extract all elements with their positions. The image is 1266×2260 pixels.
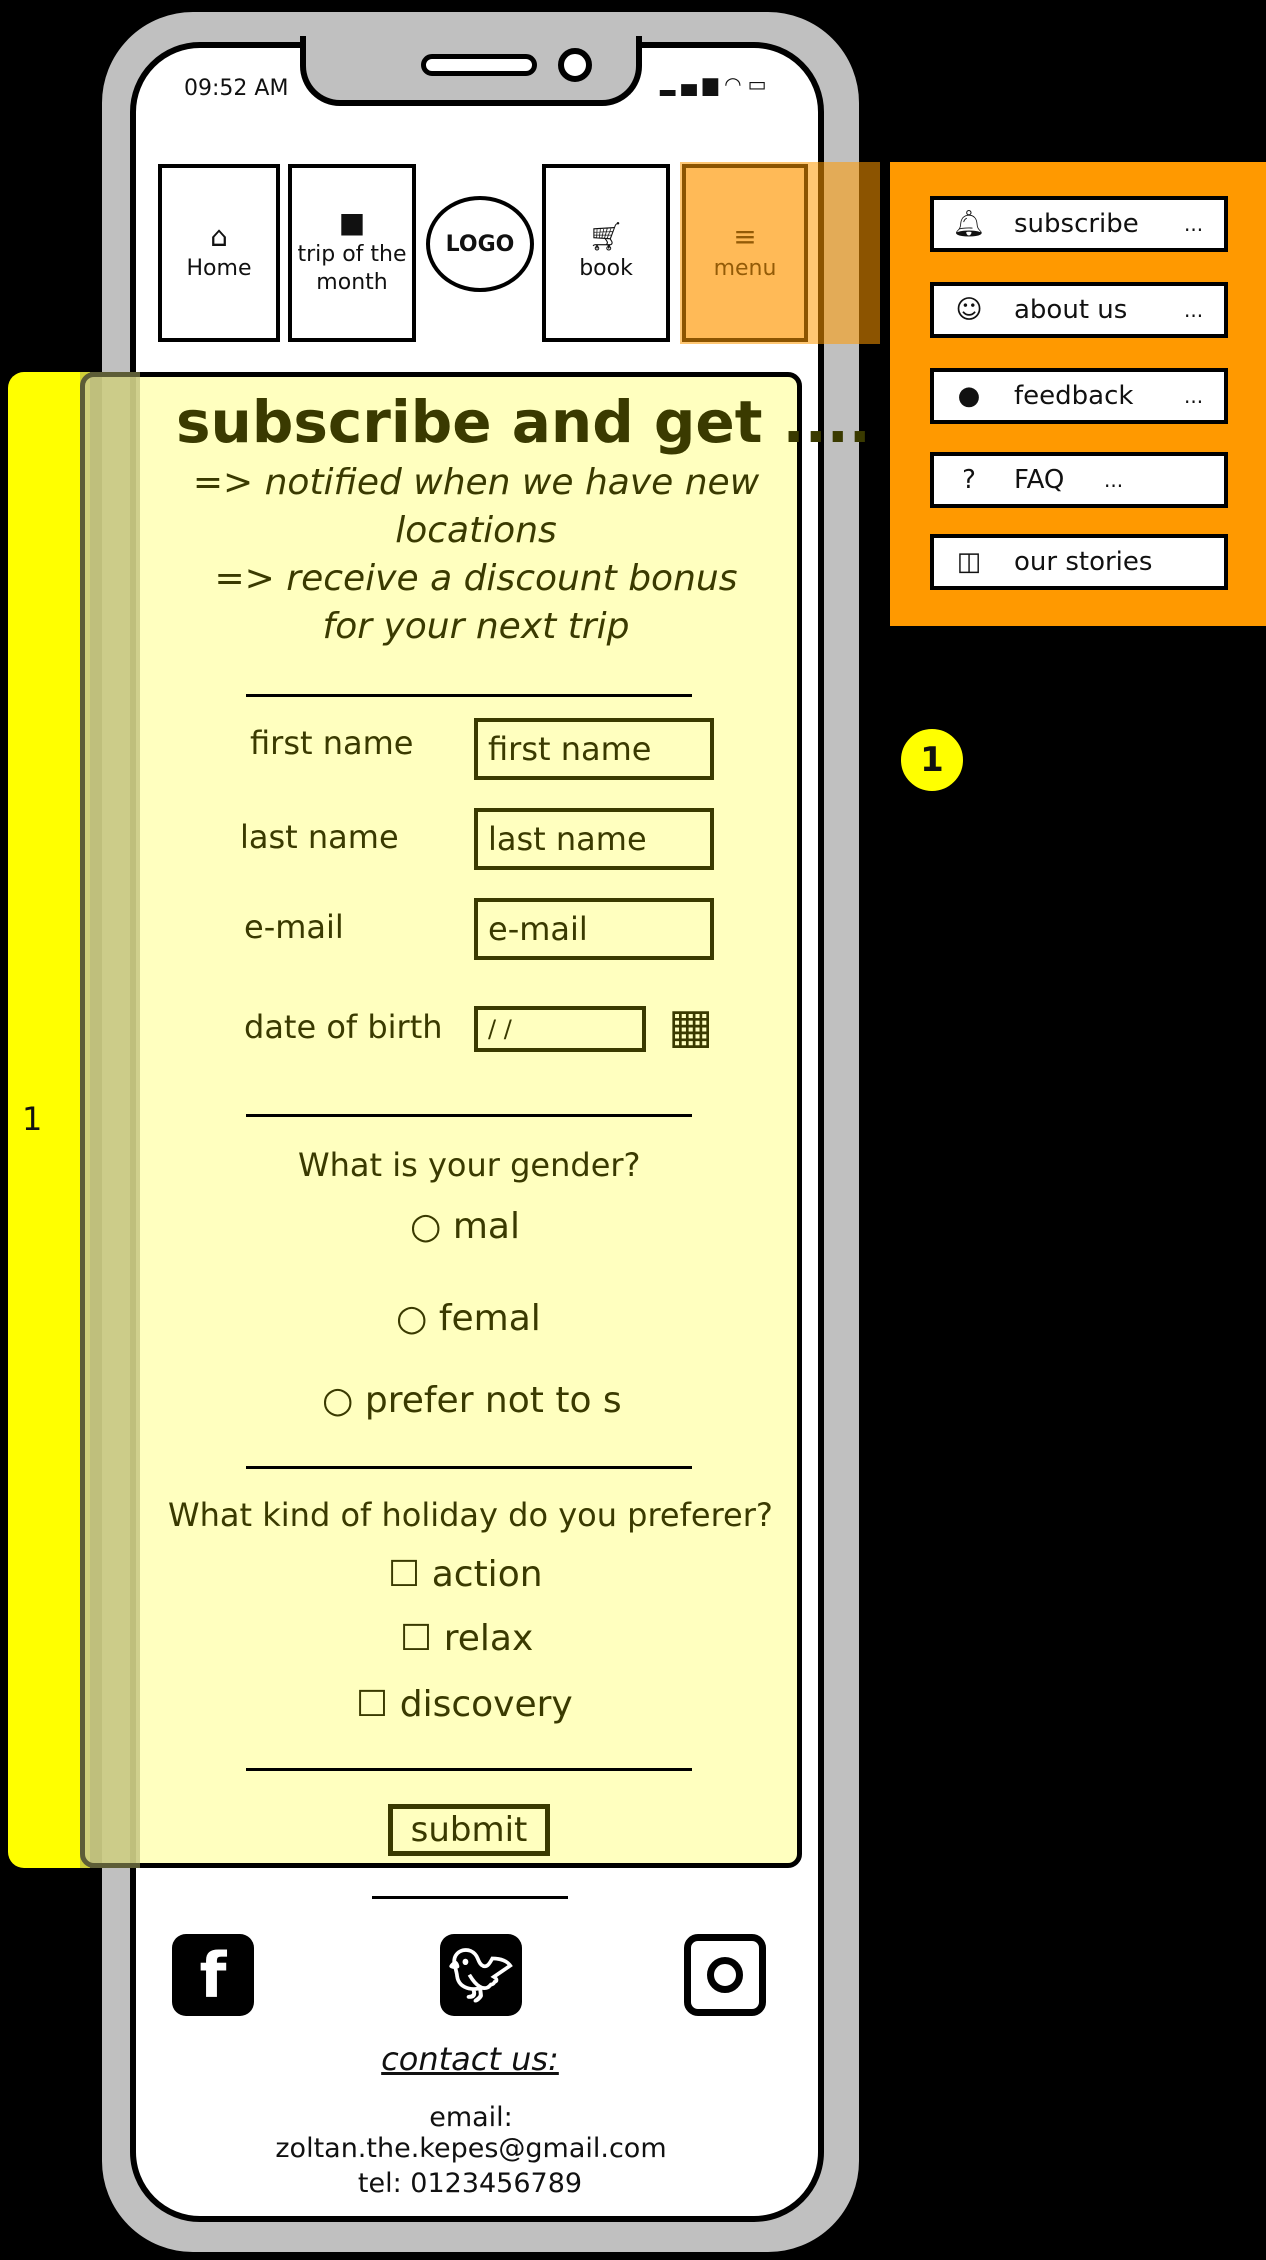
menu-highlight-band <box>680 162 880 344</box>
contact-email[interactable]: email: zoltan.the.kepes@gmail.com <box>236 2102 706 2164</box>
holiday-question: What kind of holiday do you preferer? <box>168 1496 773 1534</box>
contact-title: contact us: <box>381 2040 559 2078</box>
nav-home-label: Home <box>186 256 252 281</box>
smiley-icon: ☺ <box>955 295 983 325</box>
footer-divider <box>372 1896 568 1899</box>
contact-tel[interactable]: tel: 0123456789 <box>330 2168 610 2199</box>
menu-item-feedback[interactable]: ● feedback ... <box>930 368 1228 424</box>
form-title: subscribe and get .... <box>176 388 871 456</box>
divider <box>246 1466 692 1469</box>
stories-icon: ◫ <box>956 547 982 577</box>
question-icon: ? <box>962 465 976 495</box>
divider <box>246 1114 692 1117</box>
gender-question: What is your gender? <box>298 1146 641 1184</box>
annotation-strip-label: 1 <box>22 1100 43 1138</box>
gender-radio-prefer-not[interactable]: ○ prefer not to s <box>322 1380 622 1421</box>
wifi-icon: ◠ <box>724 72 748 96</box>
holiday-checkbox-action[interactable]: ☐ action <box>388 1554 543 1595</box>
nav-trip-button[interactable]: ■ trip of the month <box>288 164 416 342</box>
suitcase-icon: ■ <box>338 206 366 239</box>
logo[interactable]: LOGO <box>426 196 534 292</box>
form-benefit-line: => notified when we have new <box>192 462 760 503</box>
holiday-checkbox-discovery[interactable]: ☐ discovery <box>356 1684 573 1725</box>
menu-item-faq[interactable]: ? FAQ ... <box>930 452 1228 508</box>
instagram-icon[interactable] <box>684 1934 766 2016</box>
facebook-icon[interactable]: f <box>172 1934 254 2016</box>
gender-radio-male[interactable]: ○ mal <box>410 1206 520 1247</box>
form-benefit-line: for your next trip <box>322 606 630 647</box>
first-name-field[interactable]: first name <box>474 718 714 780</box>
speech-bubble-icon: ● <box>957 381 981 411</box>
camera-icon <box>558 48 592 82</box>
last-name-field[interactable]: last name <box>474 808 714 870</box>
menu-item-subscribe[interactable]: 🔔︎ subscribe ... <box>930 196 1228 252</box>
form-overlay-band <box>80 372 140 1868</box>
nav-book-label: book <box>579 256 633 281</box>
last-name-label: last name <box>240 818 399 856</box>
battery-icon: ▭ <box>747 72 773 96</box>
divider <box>246 694 692 697</box>
annotation-badge: 1 <box>898 726 966 794</box>
calendar-icon[interactable]: ▦ <box>668 998 713 1054</box>
submit-button[interactable]: submit <box>388 1804 550 1856</box>
first-name-label: first name <box>250 724 414 762</box>
menu-item-about-us[interactable]: ☺ about us ... <box>930 282 1228 338</box>
nav-book-button[interactable]: 🛒︎ book <box>542 164 670 342</box>
gender-radio-female[interactable]: ○ femal <box>396 1298 541 1339</box>
email-label: e-mail <box>244 908 344 946</box>
form-benefit-line: => receive a discount bonus <box>214 558 738 599</box>
holiday-checkbox-relax[interactable]: ☐ relax <box>400 1618 533 1659</box>
cart-icon: 🛒︎ <box>588 220 624 253</box>
divider <box>246 1768 692 1771</box>
date-of-birth-label: date of birth <box>244 1008 443 1046</box>
speaker-icon <box>421 54 537 76</box>
nav-trip-label: trip of the month <box>297 242 407 295</box>
signal-icon: ▂▄▆ <box>660 72 725 96</box>
bell-icon: 🔔︎ <box>952 209 986 239</box>
nav-home-button[interactable]: ⌂ Home <box>158 164 280 342</box>
form-benefit-line: locations <box>395 510 557 551</box>
status-icons: ▂▄▆◠▭ <box>660 72 773 96</box>
date-of-birth-field[interactable]: / / <box>474 1006 646 1052</box>
menu-item-our-stories[interactable]: ◫ our stories <box>930 534 1228 590</box>
annotation-strip <box>8 372 90 1868</box>
email-field[interactable]: e-mail <box>474 898 714 960</box>
twitter-icon[interactable]: 🐦︎ <box>440 1934 522 2016</box>
home-icon: ⌂ <box>210 220 228 253</box>
status-time: 09:52 AM <box>184 76 289 101</box>
